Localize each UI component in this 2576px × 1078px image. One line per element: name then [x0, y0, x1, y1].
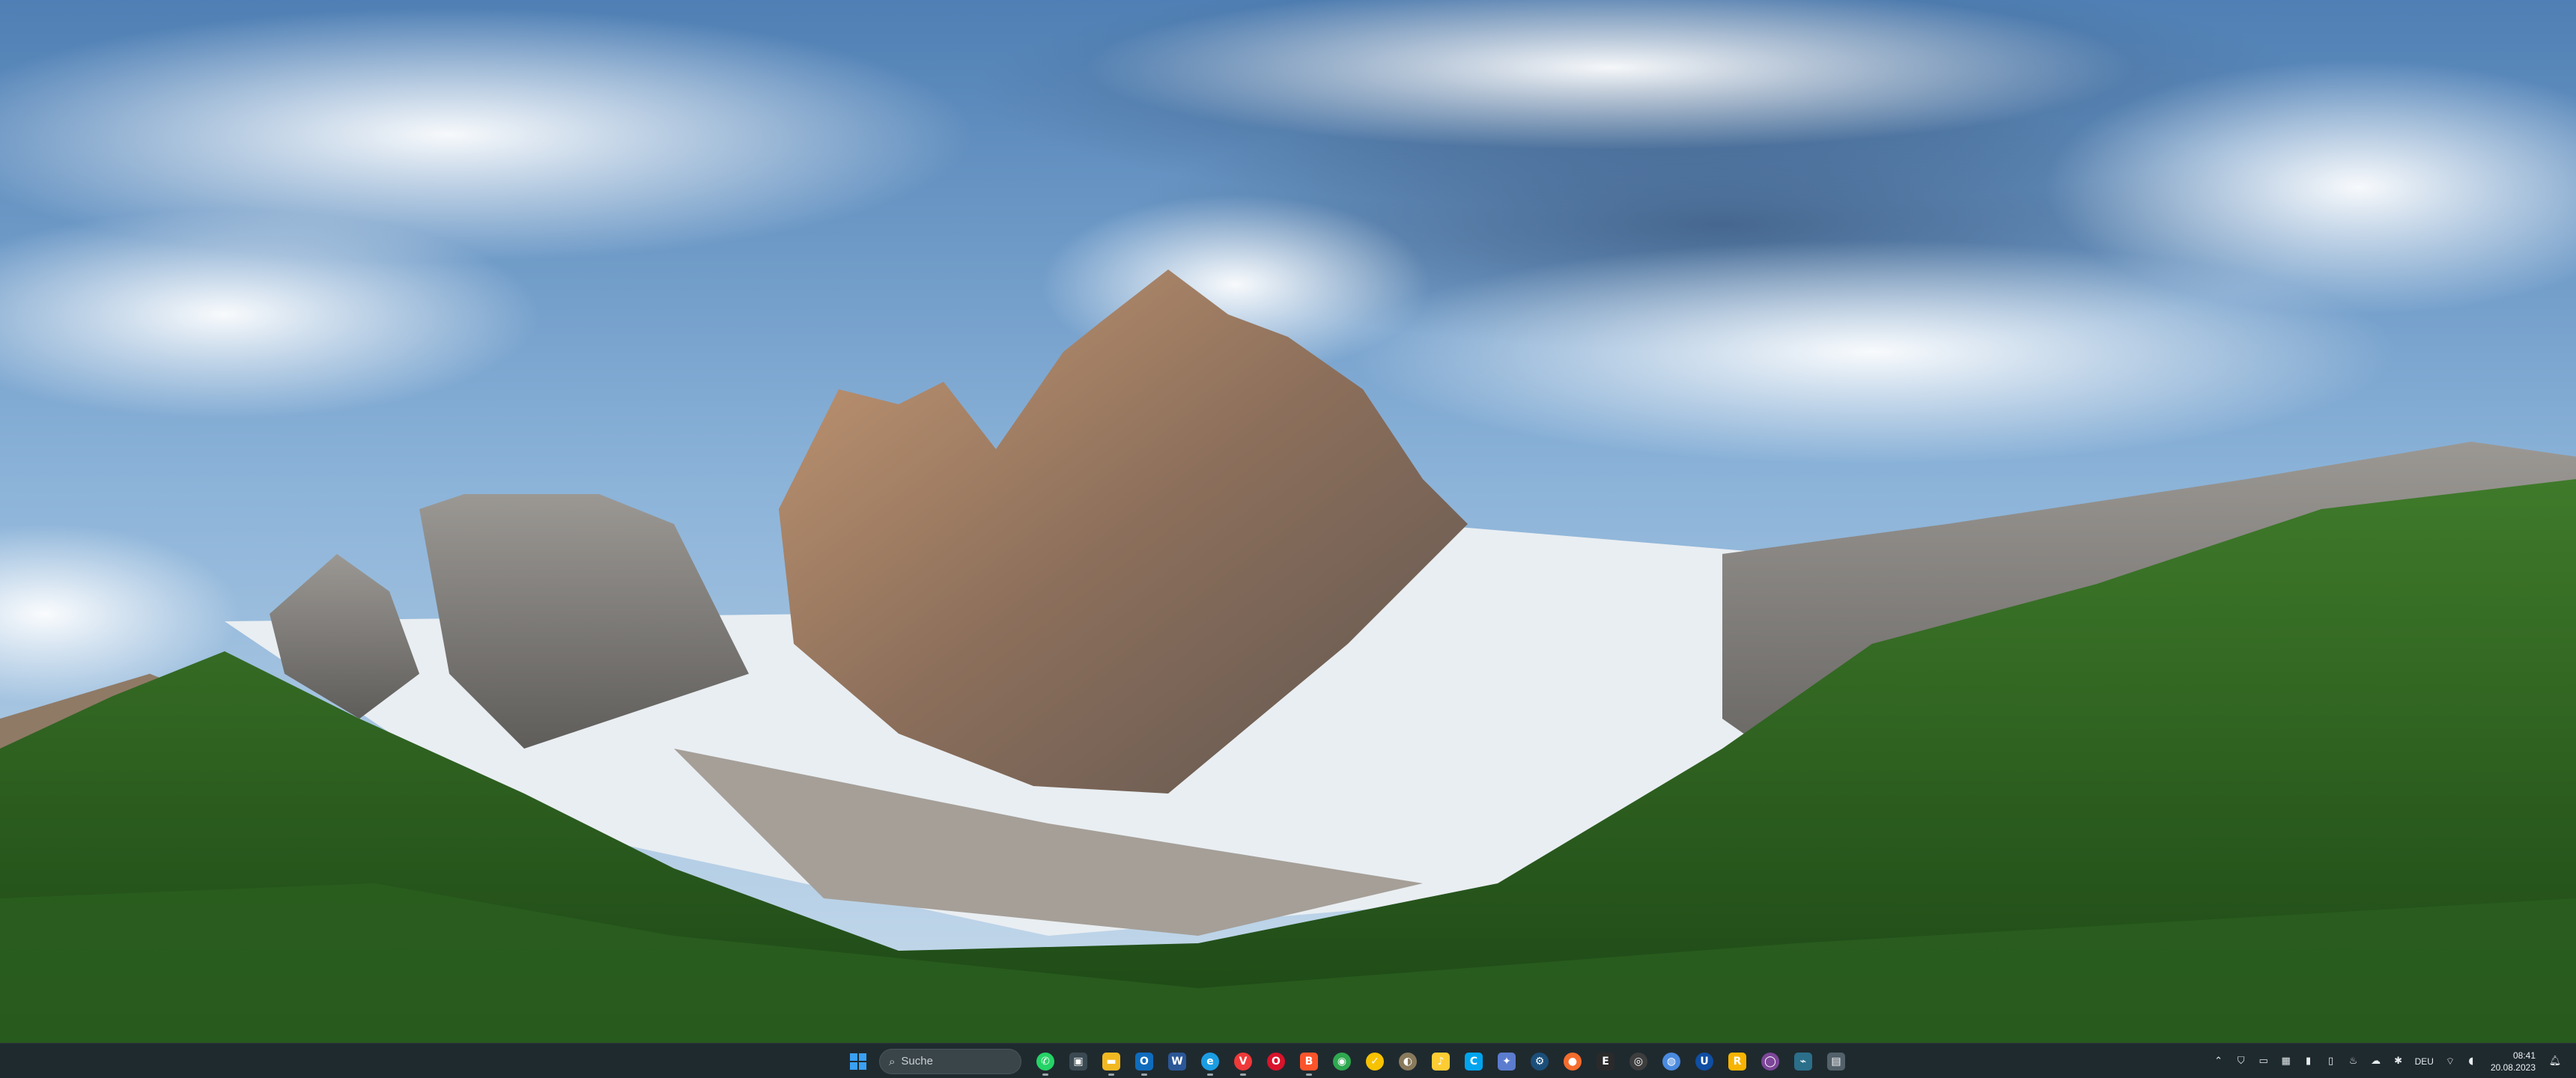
search-icon: ⌕ — [889, 1054, 896, 1068]
taskbar-app-button[interactable]: ▬ — [1096, 1047, 1126, 1077]
taskbar-app-button[interactable]: ▤ — [1821, 1047, 1851, 1077]
origin-icon: ● — [1564, 1052, 1582, 1071]
wallpaper-dolomites — [0, 0, 2576, 1043]
file-explorer-icon: ▬ — [1102, 1052, 1120, 1071]
taskbar-app-button[interactable]: ◎ — [1623, 1047, 1653, 1077]
taskbar-app-button[interactable]: O — [1261, 1047, 1291, 1077]
taskbar-app-button[interactable]: O — [1129, 1047, 1159, 1077]
onedrive-icon[interactable]: ☁ — [2367, 1050, 2385, 1073]
cortana-icon: C — [1465, 1052, 1483, 1071]
taskbar-app-button[interactable]: e — [1195, 1047, 1225, 1077]
taskbar-app-button[interactable]: ● — [1558, 1047, 1588, 1077]
opera-icon: O — [1267, 1052, 1285, 1071]
edge-icon: e — [1201, 1052, 1219, 1071]
taskbar-app-button[interactable]: R — [1722, 1047, 1752, 1077]
start-button[interactable] — [843, 1047, 873, 1077]
rockstar-icon: R — [1728, 1052, 1746, 1071]
chrome-icon: ◉ — [1333, 1052, 1351, 1071]
copilot-icon: ✦ — [1498, 1052, 1516, 1071]
usb-icon[interactable]: ▮ — [2300, 1050, 2318, 1073]
system-tray: ⌃ ⛉ ▭ ▦ ▮ ▯ ♨ ☁ ✱ DEU ⌔ ◖ 08:41 20.08.2023 🔔︎ — [2210, 1044, 2564, 1078]
taskbar-app-button[interactable]: V — [1228, 1047, 1258, 1077]
taskbar-app-button[interactable]: ✓ — [1360, 1047, 1390, 1077]
steam-icon: ⚙ — [1531, 1052, 1549, 1071]
obs-icon: ◎ — [1629, 1052, 1647, 1071]
taskbar: ⌕ Suche ✆ ▣ ▬ O We V O B ◉ ✓ ◐ ♪ C ✦ ⚙ ● E ◎ ◍ U R ◯ ⌁ ▤ ⌃ ⛉ ▭ ▦ ▮ ▯… — [0, 1043, 2576, 1078]
taskbar-app-button[interactable]: U — [1689, 1047, 1719, 1077]
settings-app-icon: ♪ — [1432, 1052, 1450, 1071]
speaker-icon: ◖ — [2468, 1056, 2474, 1067]
teams-icon[interactable]: ▦ — [2277, 1050, 2295, 1073]
clock-date: 20.08.2023 — [2490, 1062, 2536, 1073]
clock[interactable]: 08:41 20.08.2023 — [2485, 1050, 2542, 1074]
taskbar-app-button[interactable]: ✆ — [1030, 1047, 1060, 1077]
taskbar-app-button[interactable]: ⌁ — [1788, 1047, 1818, 1077]
tor-browser-icon: ◯ — [1761, 1052, 1779, 1071]
taskbar-app-button[interactable]: E — [1591, 1047, 1620, 1077]
tray-icons: ⌃ ⛉ ▭ ▦ ▮ ▯ ♨ ☁ ✱ — [2210, 1050, 2408, 1073]
phone-link-icon[interactable]: ▯ — [2322, 1050, 2340, 1073]
bluetooth-icon[interactable]: ✱ — [2390, 1050, 2408, 1073]
chevron-up-icon[interactable]: ⌃ — [2210, 1050, 2228, 1073]
ubisoft-icon: U — [1695, 1052, 1713, 1071]
outlook-icon: O — [1135, 1052, 1153, 1071]
chromium-icon: ◍ — [1662, 1052, 1680, 1071]
taskbar-app-button[interactable]: ◐ — [1393, 1047, 1423, 1077]
steam-tray-icon[interactable]: ♨ — [2345, 1050, 2363, 1073]
vivaldi-icon: V — [1234, 1052, 1252, 1071]
clock-time: 08:41 — [2512, 1050, 2536, 1061]
taskbar-app-button[interactable]: ✦ — [1492, 1047, 1522, 1077]
taskbar-app-button[interactable]: C — [1459, 1047, 1489, 1077]
taskbar-app-button[interactable]: B — [1294, 1047, 1324, 1077]
wifi-icon: ⌔ — [2445, 1056, 2455, 1068]
language-indicator[interactable]: DEU — [2412, 1056, 2437, 1067]
taskbar-app-button[interactable]: ⚙ — [1525, 1047, 1555, 1077]
screen-icon[interactable]: ▭ — [2255, 1050, 2273, 1073]
taskbar-app-button[interactable]: ◯ — [1755, 1047, 1785, 1077]
task-view-icon: ▣ — [1069, 1052, 1087, 1071]
brave-icon: B — [1300, 1052, 1318, 1071]
taskbar-app-button[interactable]: ◉ — [1327, 1047, 1357, 1077]
windows-logo-icon — [850, 1053, 866, 1070]
taskbar-center: ⌕ Suche ✆ ▣ ▬ O We V O B ◉ ✓ ◐ ♪ C ✦ ⚙ ● E ◎ ◍ U R ◯ ⌁ ▤ — [843, 1044, 1851, 1078]
whatsapp-icon: ✆ — [1036, 1052, 1054, 1071]
search-box[interactable]: ⌕ Suche — [879, 1048, 1021, 1074]
taskbar-app-button[interactable]: ◍ — [1656, 1047, 1686, 1077]
search-label: Suche — [901, 1055, 933, 1068]
taskbar-app-button[interactable]: W — [1162, 1047, 1192, 1077]
notification-bell-icon[interactable]: 🔔︎ — [2546, 1050, 2564, 1073]
virtual-machine-icon: ▤ — [1827, 1052, 1845, 1071]
desktop[interactable] — [0, 0, 2576, 1043]
word-icon: W — [1168, 1052, 1186, 1071]
status-icons[interactable]: ⌔ ◖ — [2441, 1050, 2480, 1073]
taskbar-app-button[interactable]: ▣ — [1063, 1047, 1093, 1077]
gimp-icon: ◐ — [1399, 1052, 1417, 1071]
pinned-apps: ✆ ▣ ▬ O We V O B ◉ ✓ ◐ ♪ C ✦ ⚙ ● E ◎ ◍ U R ◯ ⌁ ▤ — [1030, 1047, 1851, 1077]
shield-icon[interactable]: ⛉ — [2232, 1050, 2250, 1073]
taskbar-app-button[interactable]: ♪ — [1426, 1047, 1456, 1077]
norton-icon: ✓ — [1366, 1052, 1384, 1071]
network-app-icon: ⌁ — [1794, 1052, 1812, 1071]
epic-games-icon: E — [1597, 1052, 1614, 1071]
